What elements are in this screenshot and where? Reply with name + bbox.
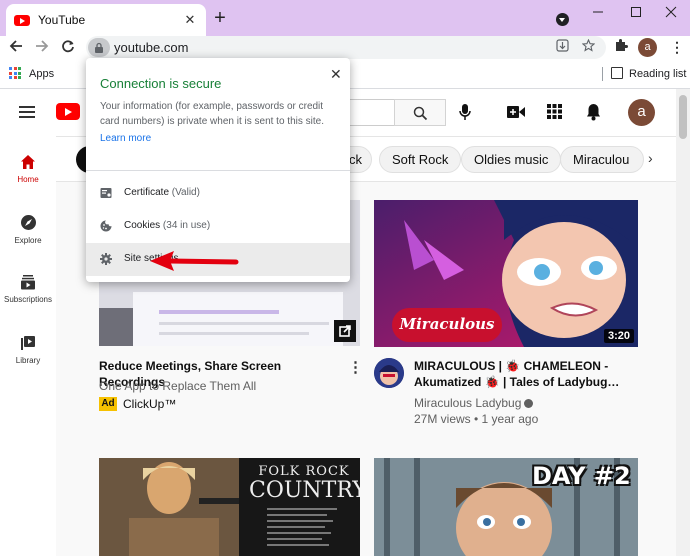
reload-icon [62, 40, 74, 53]
reading-list-label[interactable]: Reading list [629, 68, 686, 80]
popup-divider [86, 170, 350, 171]
video-thumbnail-miraculous[interactable]: Miraculous 3:20 [374, 200, 638, 347]
subscriptions-icon [21, 275, 35, 290]
ad-badge: Ad [99, 397, 117, 411]
microphone-icon[interactable] [458, 103, 472, 126]
cookies-label: Cookies (34 in use) [124, 220, 210, 231]
video-menu-icon[interactable]: ⋮ [348, 358, 363, 376]
lock-icon [95, 42, 103, 53]
compass-icon [20, 215, 36, 230]
sidebar-item-label: Home [17, 175, 39, 184]
minimize-button[interactable] [579, 0, 617, 30]
chip-soft-rock[interactable]: Soft Rock [379, 146, 462, 173]
apps-grid-icon[interactable] [9, 67, 21, 79]
scrollbar-thumb[interactable] [679, 95, 687, 139]
chip-oldies-music[interactable]: Oldies music [461, 146, 562, 173]
sidebar-item-label: Subscriptions [3, 295, 53, 304]
annotation-arrow-icon [150, 251, 239, 271]
hamburger-menu-icon[interactable] [19, 106, 35, 118]
browser-menu-icon[interactable]: ⋮ [670, 39, 684, 56]
miraculous-logo: Miraculous [392, 308, 502, 342]
youtube-favicon-icon [14, 14, 30, 26]
tab-strip: YouTube ✕ + [0, 0, 690, 36]
back-button[interactable] [5, 38, 27, 60]
reload-button[interactable] [57, 38, 79, 60]
install-app-icon[interactable] [556, 39, 569, 55]
open-external-icon [334, 320, 356, 342]
search-icon [413, 106, 428, 121]
sidebar-item-label: Library [15, 356, 41, 365]
certificate-icon [100, 188, 112, 198]
home-icon [21, 155, 35, 169]
certificate-status: (Valid) [171, 187, 200, 198]
video-stats: 27M views • 1 year ago [414, 412, 539, 426]
video-title-line-1[interactable]: MIRACULOUS | 🐞 CHAMELEON - [414, 358, 624, 374]
bookmarks-separator [602, 67, 603, 81]
profile-avatar-button[interactable]: a [638, 38, 657, 57]
browser-tab-youtube[interactable]: YouTube ✕ [6, 4, 206, 36]
forward-button[interactable] [31, 38, 53, 60]
video-thumbnail-folk-rock[interactable]: FOLK ROCK COUNTRY [99, 458, 360, 556]
tab-title: YouTube [38, 13, 86, 27]
reading-list-icon[interactable] [611, 67, 623, 79]
sidebar-item-label: Explore [14, 236, 42, 245]
video-thumbnail-day-2[interactable]: DAY #2 [374, 458, 638, 556]
cookies-label-text: Cookies [124, 220, 161, 231]
back-arrow-icon [9, 40, 22, 52]
ad-subtitle: One App to Replace Them All [99, 379, 257, 393]
country-text: COUNTRY [249, 478, 360, 503]
certificate-label: Certificate (Valid) [124, 187, 200, 198]
sidebar-item-home[interactable]: Home [0, 154, 56, 184]
close-window-button[interactable] [652, 0, 690, 30]
youtube-logo-icon[interactable] [56, 103, 80, 120]
certificate-label-text: Certificate [124, 187, 170, 198]
site-info-button[interactable] [88, 38, 110, 57]
channel-name[interactable]: Miraculous Ladybug [414, 395, 534, 411]
forward-arrow-icon [36, 40, 49, 52]
extensions-puzzle-icon[interactable] [614, 38, 628, 55]
channel-name-text[interactable]: Miraculous Ladybug [414, 396, 521, 410]
tab-search-icon[interactable] [556, 13, 569, 26]
verified-check-icon [524, 399, 534, 408]
new-tab-button[interactable]: + [210, 8, 230, 30]
maximize-button[interactable] [617, 0, 655, 30]
popup-close-button[interactable]: ✕ [330, 66, 342, 83]
ad-channel-name[interactable]: ClickUp™ [123, 396, 176, 412]
chip-next-chevron-icon[interactable]: › [648, 150, 653, 166]
bookmark-star-icon[interactable] [581, 38, 596, 55]
account-avatar[interactable]: a [628, 99, 655, 126]
certificate-row[interactable]: Certificate (Valid) [86, 177, 350, 210]
apps-bookmark-label[interactable]: Apps [29, 68, 54, 80]
apps-icon[interactable] [547, 104, 562, 124]
gear-icon [100, 253, 112, 265]
library-icon [21, 336, 35, 350]
tab-close-button[interactable]: ✕ [182, 12, 198, 28]
connection-description: Your information (for example, passwords… [100, 101, 324, 127]
sidebar-item-library[interactable]: Library [0, 335, 56, 365]
notifications-bell-icon[interactable] [586, 103, 601, 126]
cookies-count: (34 in use) [162, 220, 211, 231]
channel-avatar[interactable] [374, 358, 404, 388]
search-button[interactable] [394, 99, 446, 126]
sidebar-item-explore[interactable]: Explore [0, 214, 56, 245]
sidebar-item-subscriptions[interactable]: Subscriptions [0, 274, 56, 304]
cookie-icon [100, 220, 112, 232]
address-bar[interactable]: youtube.com [86, 36, 606, 59]
chip-miraculous[interactable]: Miraculou [560, 146, 644, 173]
folk-rock-text: FOLK ROCK [258, 464, 350, 479]
day-2-text: DAY #2 [532, 462, 631, 490]
video-title-line-2[interactable]: Akumatized 🐞 | Tales of Ladybug… [414, 374, 624, 390]
url-text[interactable]: youtube.com [114, 40, 188, 55]
page-scrollbar[interactable] [676, 89, 690, 556]
connection-secure-title: Connection is secure [100, 76, 222, 91]
cookies-row[interactable]: Cookies (34 in use) [86, 210, 350, 243]
create-video-icon[interactable] [507, 105, 525, 124]
video-duration: 3:20 [603, 329, 634, 343]
youtube-sidebar: Home Explore Subscriptions Library [0, 136, 56, 556]
learn-more-link[interactable]: Learn more [100, 133, 151, 144]
